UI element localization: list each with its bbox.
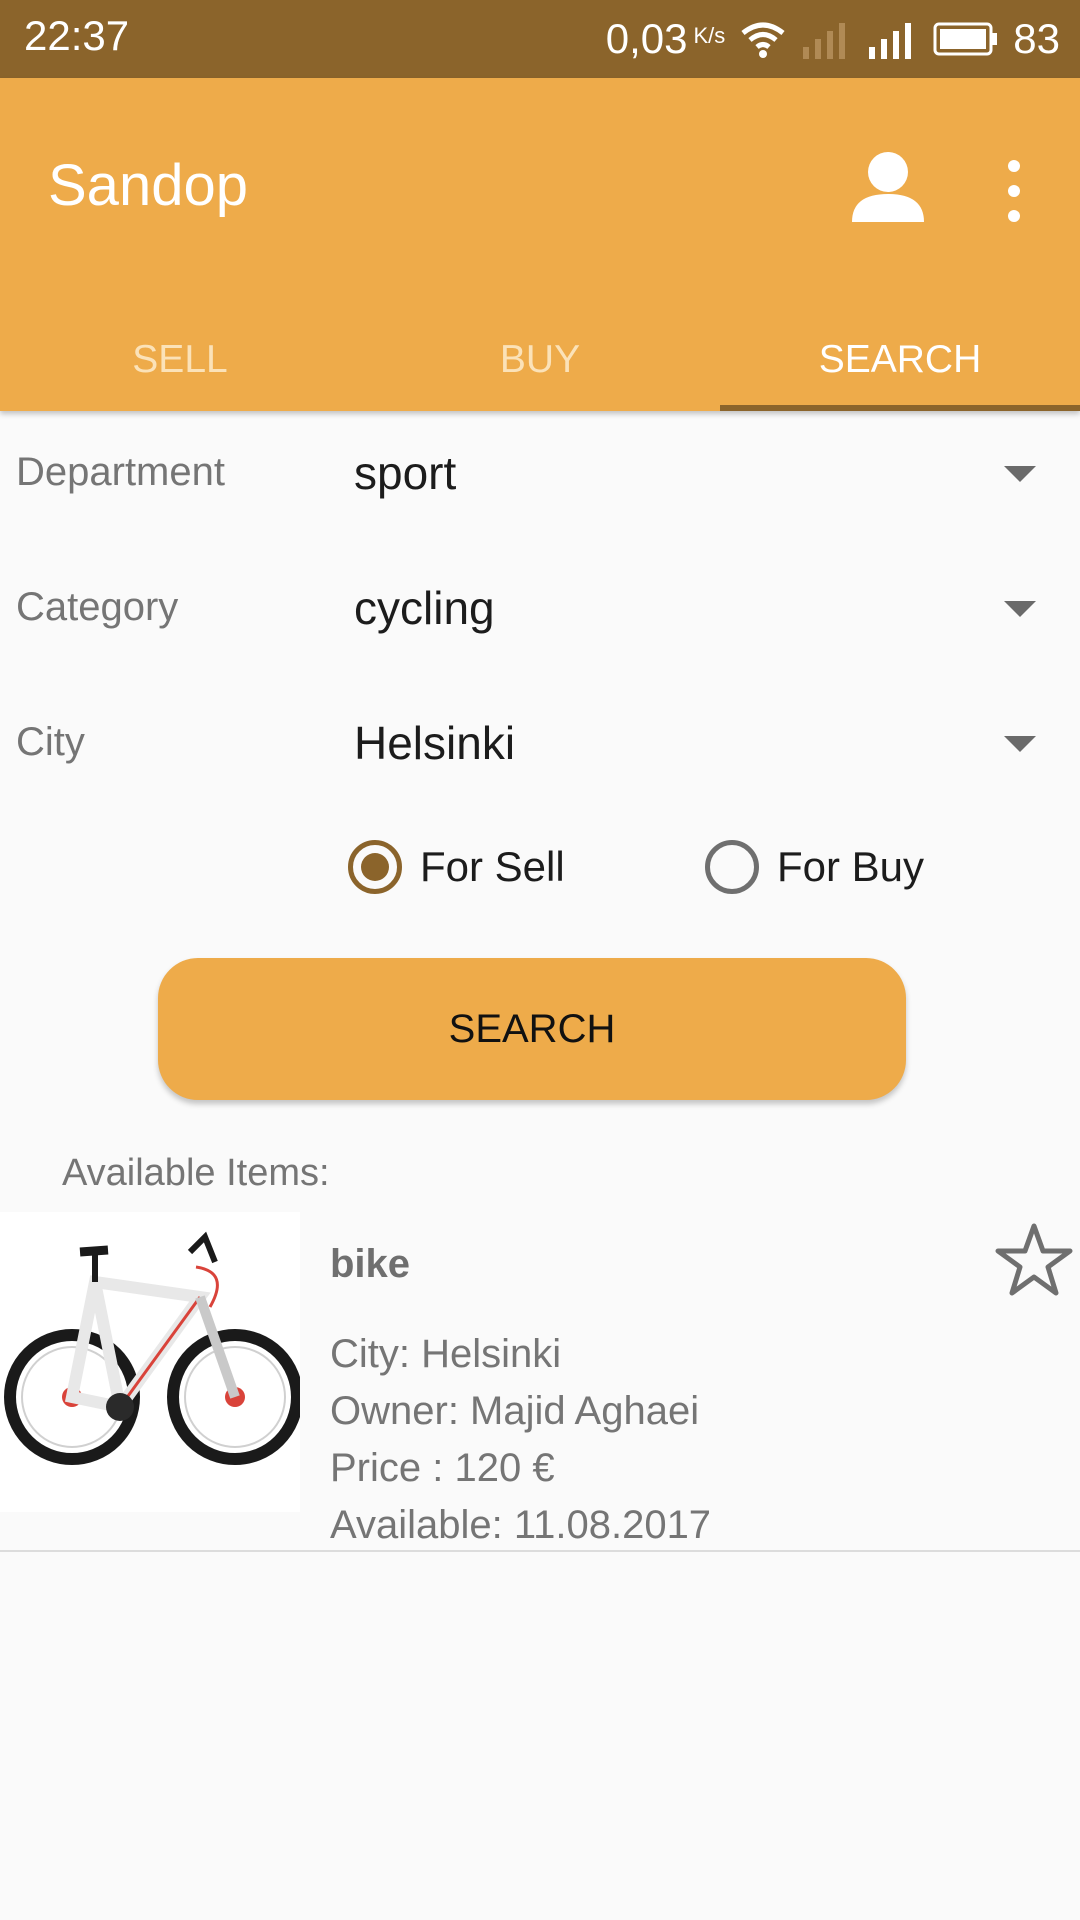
tab-indicator bbox=[720, 405, 1080, 411]
radio-unchecked-icon[interactable] bbox=[705, 840, 759, 894]
wifi-icon bbox=[739, 19, 787, 59]
status-icons: 0,03 K/s 83 bbox=[606, 10, 1060, 68]
tab-sell-label: SELL bbox=[132, 337, 228, 381]
app-title: Sandop bbox=[48, 153, 248, 218]
tab-buy-label: BUY bbox=[499, 337, 581, 381]
signal-icon bbox=[867, 19, 919, 59]
item-city: City: Helsinki bbox=[330, 1332, 562, 1376]
status-bar: 22:37 0,03 K/s 83 bbox=[0, 0, 1080, 78]
battery-level: 83 bbox=[1013, 15, 1060, 62]
network-speed-value: 0,03 bbox=[605, 15, 688, 62]
city-dropdown[interactable]: Helsinki bbox=[354, 716, 515, 770]
favorite-button[interactable] bbox=[994, 1220, 1074, 1300]
available-items-label: Available Items: bbox=[62, 1152, 330, 1194]
city-dropdown-arrow-icon[interactable] bbox=[1004, 736, 1036, 752]
category-dropdown-arrow-icon[interactable] bbox=[1004, 601, 1036, 617]
item-image bbox=[0, 1212, 303, 1512]
city-row: City Helsinki bbox=[0, 696, 1080, 792]
profile-icon bbox=[852, 152, 924, 222]
bicycle-icon bbox=[4, 1231, 303, 1465]
department-row: Department sport bbox=[0, 426, 1080, 522]
category-label: Category bbox=[16, 585, 179, 629]
radio-for-sell[interactable]: For Sell bbox=[348, 832, 565, 902]
city-label: City bbox=[16, 720, 85, 764]
department-dropdown-arrow-icon[interactable] bbox=[1004, 466, 1036, 482]
tab-search[interactable]: SEARCH bbox=[720, 308, 1080, 411]
list-item[interactable]: bike City: Helsinki Owner: Majid Aghaei … bbox=[0, 1212, 1080, 1552]
category-dropdown[interactable]: cycling bbox=[354, 581, 495, 635]
radio-checked-icon[interactable] bbox=[348, 840, 402, 894]
tab-sell[interactable]: SELL bbox=[0, 308, 360, 411]
item-owner: Owner: Majid Aghaei bbox=[330, 1389, 700, 1433]
radio-for-buy-label: For Buy bbox=[777, 843, 925, 890]
signal-empty-icon bbox=[801, 19, 853, 59]
category-row: Category cycling bbox=[0, 561, 1080, 657]
profile-button[interactable] bbox=[848, 146, 928, 226]
status-time: 22:37 bbox=[24, 12, 130, 59]
search-button[interactable]: SEARCH bbox=[158, 958, 906, 1100]
tab-bar: SELL BUY SEARCH bbox=[0, 308, 1080, 411]
network-speed: 0,03 K/s bbox=[606, 15, 726, 63]
radio-for-sell-label: For Sell bbox=[420, 843, 565, 890]
item-available-date: Available: 11.08.2017 bbox=[330, 1503, 712, 1547]
tab-search-label: SEARCH bbox=[818, 337, 982, 381]
more-options-button[interactable] bbox=[994, 156, 1034, 226]
more-vert-icon bbox=[1008, 160, 1020, 222]
tab-buy[interactable]: BUY bbox=[360, 308, 720, 411]
star-outline-icon bbox=[995, 1223, 1073, 1296]
item-title: bike bbox=[330, 1242, 411, 1286]
app-bar: Sandop SELL BUY SEARCH bbox=[0, 78, 1080, 411]
network-speed-unit: K/s bbox=[693, 23, 726, 48]
department-label: Department bbox=[16, 450, 225, 494]
department-dropdown[interactable]: sport bbox=[354, 446, 456, 500]
item-price: Price : 120 € bbox=[330, 1446, 555, 1490]
battery-icon bbox=[933, 21, 999, 57]
radio-for-buy[interactable]: For Buy bbox=[705, 832, 924, 902]
